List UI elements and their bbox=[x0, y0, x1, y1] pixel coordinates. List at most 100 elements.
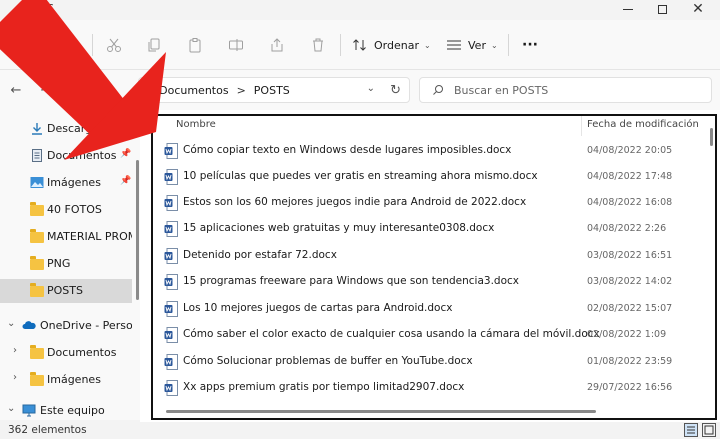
file-name: Xx apps premium gratis por tiempo limita… bbox=[183, 381, 465, 393]
folder-icon bbox=[30, 256, 44, 270]
trash-icon bbox=[313, 38, 323, 52]
sidebar-item-label: PNG bbox=[47, 257, 71, 270]
file-row[interactable]: Cómo Solucionar problemas de buffer en Y… bbox=[152, 349, 708, 375]
file-row[interactable]: Los 10 mejores juegos de cartas para And… bbox=[152, 296, 708, 322]
file-row[interactable]: Cómo saber el color exacto de cualquier … bbox=[152, 322, 708, 348]
delete-button[interactable] bbox=[310, 33, 326, 57]
sidebar-item-onedrive[interactable]: ⌄ OneDrive - Personal bbox=[0, 314, 132, 338]
paste-button[interactable] bbox=[187, 33, 203, 57]
address-bar[interactable]: « Documentos > POSTS ⌄ ↻ bbox=[138, 77, 410, 103]
sidebar-item-posts[interactable]: POSTS bbox=[0, 279, 132, 303]
sidebar-item-material-promo[interactable]: MATERIAL PROMO bbox=[0, 225, 132, 249]
sidebar-item-imagenes[interactable]: Imágenes 📌 bbox=[0, 171, 132, 195]
close-button[interactable]: ✕ bbox=[683, 0, 713, 18]
search-icon bbox=[433, 85, 443, 95]
file-row[interactable]: 10 películas que puedes ver gratis en st… bbox=[152, 164, 708, 190]
computer-icon bbox=[22, 404, 36, 417]
tiles-view-icon bbox=[704, 425, 714, 435]
sidebar-item-label: Imágenes bbox=[47, 373, 101, 386]
file-name: 15 programas freeware para Windows que s… bbox=[183, 275, 519, 287]
view-button[interactable]: Ver ⌄ bbox=[446, 33, 498, 57]
refresh-icon[interactable]: ↻ bbox=[390, 83, 401, 98]
minimize-button[interactable] bbox=[613, 0, 643, 18]
chevron-down-icon[interactable]: ⌄ bbox=[7, 403, 15, 414]
sidebar-scrollbar[interactable] bbox=[136, 160, 139, 300]
sidebar-item-label: Imágenes bbox=[47, 176, 101, 189]
chevron-down-icon[interactable]: ⌄ bbox=[367, 83, 375, 94]
file-row[interactable]: Estos son los 60 mejores juegos indie pa… bbox=[152, 190, 708, 216]
file-row[interactable]: 15 aplicaciones web gratuitas y muy inte… bbox=[152, 216, 708, 242]
breadcrumb-posts[interactable]: POSTS bbox=[254, 84, 290, 97]
sidebar-item-label: Documentos bbox=[47, 149, 117, 162]
share-button[interactable] bbox=[269, 33, 285, 57]
back-button[interactable]: ← bbox=[6, 80, 26, 100]
recent-locations-button[interactable]: ⌄ bbox=[62, 80, 82, 100]
toolbar-divider bbox=[92, 34, 93, 56]
sidebar-item-40-fotos[interactable]: 40 FOTOS bbox=[0, 198, 132, 222]
chevron-down-icon: ⌄ bbox=[68, 85, 76, 95]
word-document-icon bbox=[164, 143, 178, 159]
search-input[interactable]: Buscar en POSTS bbox=[419, 77, 712, 103]
horizontal-scrollbar[interactable] bbox=[166, 410, 596, 413]
vertical-scrollbar[interactable] bbox=[710, 128, 713, 146]
file-row[interactable]: 15 programas freeware para Windows que s… bbox=[152, 269, 708, 295]
view-icon bbox=[447, 40, 461, 50]
file-name: 10 películas que puedes ver gratis en st… bbox=[183, 170, 538, 182]
file-name: Cómo saber el color exacto de cualquier … bbox=[183, 328, 600, 340]
status-bar: 362 elementos bbox=[0, 422, 720, 439]
toolbar-divider bbox=[340, 34, 341, 56]
sidebar-item-este-equipo[interactable]: ⌄ Este equipo bbox=[0, 402, 132, 420]
chevron-down-icon: ⌄ bbox=[490, 40, 498, 50]
chevron-right-icon[interactable]: › bbox=[13, 372, 17, 383]
tiles-view-button[interactable] bbox=[702, 423, 716, 437]
pin-icon: 📌 bbox=[120, 122, 132, 132]
sidebar-item-label: MATERIAL PROMO bbox=[47, 230, 132, 243]
breadcrumb-documentos[interactable]: Documentos bbox=[159, 84, 228, 97]
copy-button[interactable] bbox=[146, 33, 162, 57]
word-document-icon bbox=[164, 274, 178, 290]
new-button[interactable]: Nuevo bbox=[14, 33, 69, 57]
chevron-down-icon[interactable]: ⌄ bbox=[7, 318, 15, 329]
share-icon bbox=[271, 38, 283, 52]
sidebar-item-label: 40 FOTOS bbox=[47, 203, 102, 216]
sidebar-item-descargas[interactable]: Descargas 📌 bbox=[0, 117, 132, 141]
maximize-icon bbox=[657, 4, 667, 14]
sidebar-item-onedrive-imagenes[interactable]: › Imágenes bbox=[0, 368, 132, 392]
download-icon bbox=[32, 123, 42, 135]
sidebar-item-label: OneDrive - Personal bbox=[40, 319, 132, 332]
file-date: 04/08/2022 20:05 bbox=[587, 145, 673, 156]
chevron-down-icon: ⌄ bbox=[423, 40, 431, 50]
breadcrumb-root-chevron[interactable]: « bbox=[147, 85, 153, 96]
word-document-icon bbox=[164, 248, 178, 264]
file-name: Cómo Solucionar problemas de buffer en Y… bbox=[183, 355, 473, 367]
chevron-right-icon[interactable]: › bbox=[13, 345, 17, 356]
copy-icon bbox=[148, 38, 160, 52]
maximize-button[interactable] bbox=[647, 0, 677, 18]
file-date: 02/08/2022 15:07 bbox=[587, 303, 673, 314]
column-header-name[interactable]: Nombre bbox=[176, 119, 216, 130]
scissors-icon bbox=[107, 38, 121, 52]
file-date: 02/08/2022 1:09 bbox=[587, 329, 667, 340]
rename-button[interactable] bbox=[228, 33, 244, 57]
file-row[interactable]: Xx apps premium gratis por tiempo limita… bbox=[152, 375, 708, 401]
window-title: POSTS bbox=[18, 2, 54, 15]
more-button[interactable]: ··· bbox=[522, 33, 538, 57]
file-name: Estos son los 60 mejores juegos indie pa… bbox=[183, 196, 527, 208]
close-icon: ✕ bbox=[692, 1, 704, 17]
sidebar-item-png[interactable]: PNG bbox=[0, 252, 132, 276]
file-row[interactable]: Detenido por estafar 72.docx 03/08/2022 … bbox=[152, 243, 708, 269]
column-divider[interactable] bbox=[581, 116, 582, 136]
forward-button[interactable]: → bbox=[36, 80, 56, 100]
cut-button[interactable] bbox=[106, 33, 122, 57]
file-date: 03/08/2022 16:51 bbox=[587, 250, 673, 261]
sidebar-item-onedrive-documentos[interactable]: › Documentos bbox=[0, 341, 132, 365]
file-row[interactable]: Cómo copiar texto en Windows desde lugar… bbox=[152, 138, 708, 164]
details-view-button[interactable] bbox=[684, 423, 698, 437]
word-document-icon bbox=[164, 169, 178, 185]
folder-icon bbox=[30, 372, 44, 386]
sidebar-item-documentos[interactable]: Documentos 📌 bbox=[0, 144, 132, 168]
column-header-date[interactable]: Fecha de modificación bbox=[587, 119, 699, 130]
sort-button[interactable]: Ordenar ⌄ bbox=[352, 33, 431, 57]
folder-icon bbox=[30, 283, 44, 297]
file-date: 04/08/2022 16:08 bbox=[587, 197, 673, 208]
